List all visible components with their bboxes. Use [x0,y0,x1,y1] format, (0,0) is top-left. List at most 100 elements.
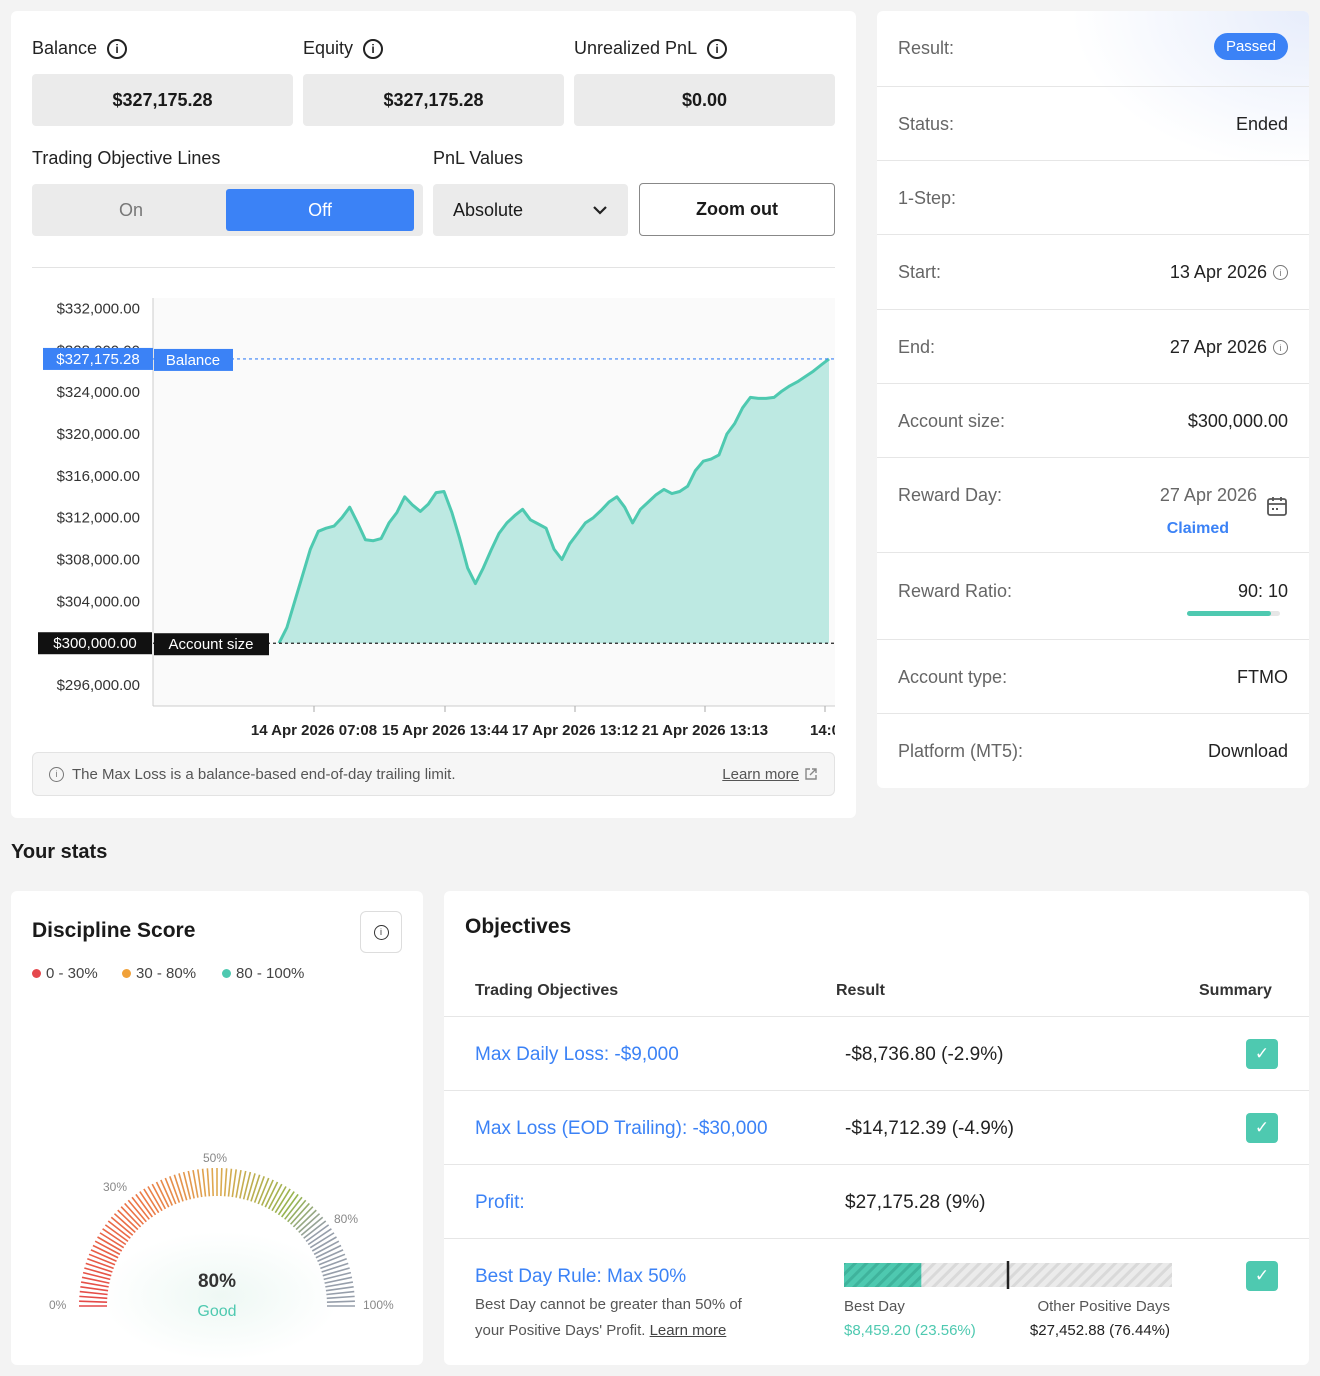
y-tick-label: $320,000.00 [57,426,140,443]
objective-name[interactable]: Max Loss (EOD Trailing): -$30,000 [475,1118,768,1140]
gauge-tick [227,1168,233,1197]
gauge-tick [250,1174,261,1202]
end-value-wrap: 27 Apr 2026 i [1170,337,1288,358]
x-tick-label: 14 Apr 2026 07:08 [251,722,377,739]
y-tick-label: $308,000.00 [57,552,140,569]
info-icon[interactable]: i [1273,265,1288,280]
gauge-tick [320,1258,347,1270]
best-day-value: $8,459.20 (23.56%) [844,1322,976,1339]
toggle-on-option[interactable]: On [37,189,225,231]
balance-label-tag-text: Balance [166,352,220,369]
account-size-value-tag-text: $300,000.00 [53,635,136,652]
y-tick-label: $296,000.00 [57,677,140,694]
max-loss-note-text: The Max Loss is a balance-based end-of-d… [72,765,456,783]
x-tick-label: 14:0 [810,722,835,739]
gauge-tick [253,1176,265,1203]
stats-heading: Your stats [11,841,108,863]
objective-name[interactable]: Best Day Rule: Max 50% [475,1266,686,1288]
unrealized-metric: Unrealized PnL i [574,38,728,59]
end-value: 27 Apr 2026 [1169,337,1267,357]
info-icon[interactable]: i [1273,340,1288,355]
end-label: End: [898,337,936,357]
info-row-status: Status: Ended [877,87,1309,161]
check-icon: ✓ [1246,1039,1278,1069]
objective-lines-toggle[interactable]: On Off [32,184,423,236]
info-icon[interactable]: i [107,38,128,59]
objective-result: -$14,712.39 (-4.9%) [845,1118,1014,1139]
account-type-value: FTMO [1237,667,1288,687]
check-icon: ✓ [1246,1261,1278,1291]
account-info-card: Result: Passed Status: Ended 1-Step: Sta… [877,11,1309,788]
reward-day-label: Reward Day: [898,485,1003,505]
reward-day-value: 27 Apr 2026 [1159,485,1257,505]
gauge-tick [79,1300,108,1303]
info-icon[interactable]: i [363,38,384,59]
equity-metric: Equity i [303,38,384,59]
discipline-title: Discipline Score [32,919,196,942]
objective-row-max-daily-loss: Max Daily Loss: -$9,000 -$8,736.80 (-2.9… [444,1016,1309,1090]
gauge-label-30: 30% [103,1180,128,1194]
best-day-description: Best Day cannot be greater than 50% of y… [475,1292,742,1344]
objective-row-best-day: Best Day Rule: Max 50% Best Day cannot b… [444,1238,1309,1365]
info-row-platform: Platform (MT5): Download [877,714,1309,788]
y-tick-label: $312,000.00 [57,510,140,527]
balance-value-tag-text: $327,175.28 [56,351,139,368]
reward-claimed-status: Claimed [1166,520,1229,537]
zoom-out-button[interactable]: Zoom out [639,183,835,236]
info-icon: i [49,766,64,782]
objective-name[interactable]: Profit: [475,1192,525,1214]
objective-row-max-loss: Max Loss (EOD Trailing): -$30,000 -$14,7… [444,1090,1309,1164]
divider [32,267,835,268]
platform-download-link[interactable]: Download [1208,741,1288,762]
toggle-off-option[interactable]: Off [226,189,414,231]
pnl-selected-value: Absolute [453,199,524,220]
reward-ratio-bar [1187,611,1280,616]
legend-label: 80 - 100% [236,965,305,982]
info-icon[interactable]: i [707,38,728,59]
external-link-icon [805,768,817,780]
learn-more-link[interactable]: Learn more [722,766,799,783]
x-tick-label: 15 Apr 2026 13:44 [382,722,509,739]
pnl-values-label: PnL Values [433,148,524,168]
objective-name[interactable]: Max Daily Loss: -$9,000 [475,1044,679,1066]
info-row-account-type: Account type: FTMO [877,640,1309,714]
other-days-value: $27,452.88 (76.44%) [1029,1322,1170,1339]
equity-value: $327,175.28 [303,74,564,126]
platform-label: Platform (MT5): [898,741,1024,761]
learn-more-link[interactable]: Learn more [650,1322,727,1339]
equity-label: Equity [303,38,354,58]
discipline-info-button[interactable]: i [360,911,402,953]
gauge-tick [326,1295,355,1300]
result-label: Result: [898,38,955,58]
info-row-account-size: Account size: $300,000.00 [877,384,1309,458]
y-tick-label: $324,000.00 [57,384,140,401]
account-type-label: Account type: [898,667,1008,687]
gauge-tick [206,1168,211,1197]
info-row-step: 1-Step: [877,161,1309,235]
discipline-score-value: 80% [197,1271,237,1292]
chevron-down-icon [593,206,607,215]
y-tick-label: $316,000.00 [57,468,140,485]
legend-label: 0 - 30% [46,965,98,982]
best-day-desc-line2: your Positive Days' Profit. Learn more [475,1318,742,1344]
objective-lines-label: Trading Objective Lines [32,148,221,168]
best-day-desc-line1: Best Day cannot be greater than 50% of [475,1296,742,1313]
objective-row-profit: Profit: $27,175.28 (9%) [444,1164,1309,1238]
discipline-score-card: Discipline Score i 0 - 30% 30 - 80% 80 -… [11,891,423,1365]
x-tick-label: 21 Apr 2026 13:13 [642,722,768,739]
info-row-result: Result: Passed [877,11,1309,87]
best-day-progress-bar [844,1261,1172,1289]
calendar-icon[interactable] [1266,495,1288,517]
x-tick-label: 17 Apr 2026 13:12 [512,722,638,739]
max-loss-note: i The Max Loss is a balance-based end-of… [32,752,835,796]
pnl-values-select[interactable]: Absolute [433,184,628,236]
other-days-label: Other Positive Days [1037,1298,1170,1315]
legend-dot [122,969,131,978]
balance-chart[interactable]: $332,000.00$328,000.00$324,000.00$320,00… [32,298,835,746]
legend-label: 30 - 80% [136,965,197,982]
gauge-tick [169,1176,181,1203]
check-icon: ✓ [1246,1113,1278,1143]
balance-label: Balance [32,38,98,58]
legend-dot [222,969,231,978]
legend-red: 0 - 30% [32,965,98,982]
